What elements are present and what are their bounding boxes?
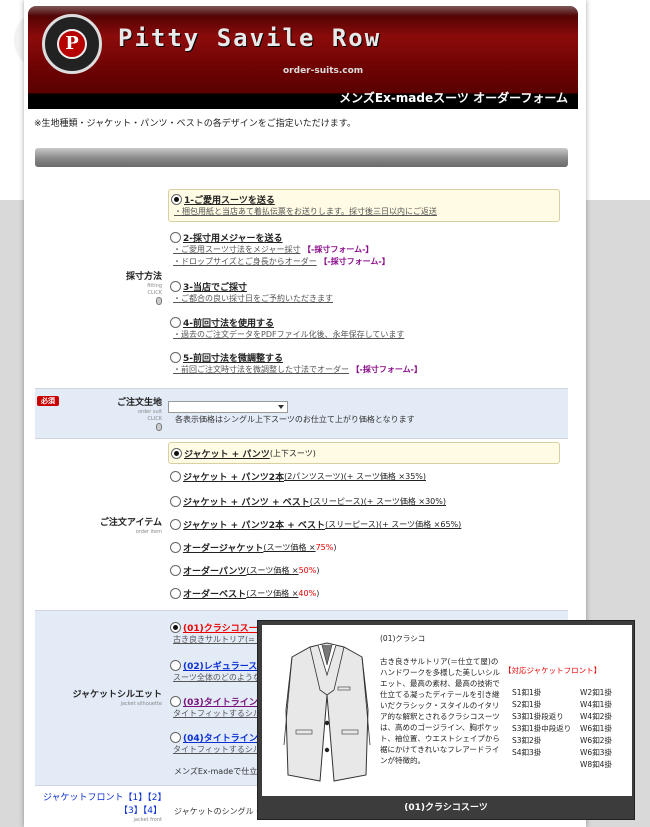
measure-option-4[interactable]: 4-前回寸法を使用する ・過去のご注文データをPDFファイル化後、永年保存してい… — [168, 316, 560, 344]
mouse-icon — [156, 297, 162, 305]
radio-button[interactable] — [170, 232, 181, 243]
radio-button[interactable] — [170, 588, 181, 599]
item-option-3[interactable]: ジャケット + パンツ + ベスト(スリーピース)(+ スーツ価格 ×30%) — [168, 495, 560, 508]
measure-form-link[interactable]: 【-採寸フォーム-】 — [303, 245, 373, 254]
brand-name: Pitty Savile Row — [118, 24, 382, 52]
item-option-1[interactable]: ジャケット + パンツ(上下スーツ) — [168, 442, 560, 464]
silhouette-label: ジャケットシルエット jacket silhouette — [72, 690, 162, 707]
radio-button[interactable] — [170, 542, 181, 553]
radio-button[interactable] — [170, 732, 181, 743]
logo-icon[interactable]: P — [42, 14, 102, 74]
measure-option-2[interactable]: 2-採寸用メジャーを送る ・ご愛用スーツ寸法をメジャー採寸 【-採寸フォーム-】… — [168, 231, 560, 271]
mouse-icon — [156, 423, 162, 431]
front-options-double: W2釦1掛 W4釦1掛 W4釦2掛 W6釦1掛 W6釦2掛 W6釦3掛 W8釦4掛 — [580, 688, 612, 769]
radio-button[interactable] — [171, 448, 182, 459]
jacket-illustration — [283, 642, 371, 782]
measure-section: 採寸方法 fitting CLICK 1-ご愛用スーツを送る ・梱包用紙と当店あて着… — [35, 183, 568, 389]
radio-button[interactable] — [170, 317, 181, 328]
fabric-label: ご注文生地 order suit CLICK — [75, 395, 162, 434]
measure-form-link[interactable]: 【-採寸フォーム-】 — [352, 365, 422, 374]
popup-caption: (01)クラシコスーツ — [404, 803, 488, 813]
fabric-select[interactable] — [168, 401, 288, 413]
radio-button[interactable] — [170, 660, 181, 671]
item-option-7[interactable]: オーダーベスト(スーツ価格 ×40%) — [168, 587, 560, 600]
silhouette-footer: メンズEx-madeで仕立て — [174, 767, 266, 776]
measure-form-link[interactable]: 【-採寸フォーム-】 — [319, 257, 389, 266]
item-option-4[interactable]: ジャケット + パンツ2本 + ベスト(スリーピース)(+ スーツ価格 ×65%… — [168, 518, 560, 531]
required-badge: 必須 — [37, 396, 59, 406]
form-title: メンズEx-madeスーツ オーダーフォーム — [339, 91, 568, 105]
measure-option-5[interactable]: 5-前回寸法を微調整する ・前回ご注文時寸法を微調整した寸法でオーダー 【-採寸… — [168, 351, 560, 379]
radio-button[interactable] — [170, 496, 181, 507]
radio-button[interactable] — [170, 281, 181, 292]
fabric-note: 各表示価格はシングル上下スーツのお仕立て上がり価格となります — [175, 415, 415, 424]
radio-button[interactable] — [170, 696, 181, 707]
front-options-title: 【対応ジャケットフロント】 — [504, 666, 602, 675]
front-label[interactable]: ジャケットフロント【1】【2】【3】【4】 jacket front — [39, 790, 162, 823]
item-option-5[interactable]: オーダージャケット(スーツ価格 ×75%) — [168, 541, 560, 554]
header-banner: P Pitty Savile Row order-suits.com メンズEx… — [28, 6, 578, 109]
radio-button[interactable] — [170, 519, 181, 530]
item-option-6[interactable]: オーダーパンツ(スーツ価格 ×50%) — [168, 564, 560, 577]
measure-option-3[interactable]: 3-当店でご採寸 ・ご都合の良い採寸日をご予約いただきます — [168, 280, 560, 308]
popup-text: (01)クラシコ 古き良きサルトリア(＝仕立て屋)のハンドワークを多様した美しい… — [380, 634, 500, 765]
silhouette-preview-popup: (01)クラシコ 古き良きサルトリア(＝仕立て屋)のハンドワークを多様した美しい… — [257, 620, 635, 820]
measure-option-1[interactable]: 1-ご愛用スーツを送る ・梱包用紙と当店あて着払伝票をお送りします。採寸後三日以… — [168, 189, 560, 222]
radio-button[interactable] — [170, 622, 181, 633]
radio-button[interactable] — [170, 565, 181, 576]
radio-button[interactable] — [170, 352, 181, 363]
intro-note: ※生地種類・ジャケット・パンツ・ベストの各デザインをご指定いただけます。 — [34, 119, 356, 129]
items-section: ご注文アイテム order item ジャケット + パンツ(上下スーツ) ジャケ… — [35, 439, 568, 611]
fabric-section: 必須 ご注文生地 order suit CLICK 各表示価格はシングル上下スーツの… — [35, 389, 568, 439]
radio-button[interactable] — [170, 471, 181, 482]
item-option-2[interactable]: ジャケット + パンツ2本(2パンツスーツ)(+ スーツ価格 ×35%) — [168, 470, 560, 483]
site-domain: order-suits.com — [283, 66, 364, 76]
items-label: ご注文アイテム order item — [99, 518, 162, 535]
radio-button[interactable] — [171, 194, 182, 205]
front-options-single: S1釦1掛 S2釦1掛 S3釦1掛段返り S3釦1掛中段返り S3釦2掛 S4釦3掛 — [512, 688, 572, 757]
measure-label: 採寸方法 fitting CLICK — [75, 269, 162, 308]
section-divider-bar — [35, 148, 568, 167]
